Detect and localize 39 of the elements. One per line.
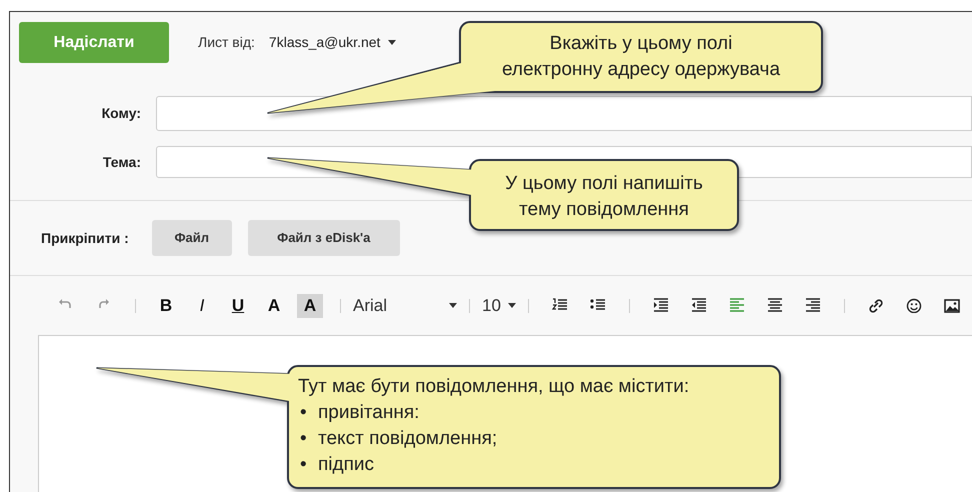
sender-dropdown[interactable]: 7klass_a@ukr.net	[268, 32, 396, 53]
italic-button[interactable]: I	[189, 294, 215, 318]
link-icon[interactable]	[868, 298, 884, 313]
field-label: Тема:	[102, 152, 141, 172]
attach-label: Прикріпити :	[41, 228, 129, 248]
callout-text: У цьому полі напишіть	[505, 172, 703, 196]
callout-text: Тут має бути повідомлення, що має містити:	[298, 375, 690, 399]
caret-icon	[449, 303, 457, 308]
bold-button[interactable]: B	[153, 294, 179, 318]
align-center-icon[interactable]	[766, 298, 783, 313]
caret-icon	[388, 40, 396, 45]
caret-icon	[508, 303, 516, 308]
numbered-list-icon[interactable]	[552, 298, 568, 313]
input-field[interactable]	[156, 96, 972, 131]
align-right-icon[interactable]	[804, 298, 821, 313]
callout-text: електронну адресу одержувача	[502, 58, 780, 82]
field-label: Кому:	[100, 104, 141, 123]
align-left-icon[interactable]	[728, 298, 745, 313]
highlight-button[interactable]: A	[297, 294, 323, 318]
sender-label: Лист від:	[198, 33, 255, 52]
bullet-list-icon[interactable]	[590, 298, 606, 313]
callout-text: текст повідомлення;	[318, 427, 498, 451]
bullet-mark: •	[300, 453, 308, 477]
callout-text: тему повідомлення	[519, 198, 689, 222]
image-icon[interactable]	[944, 298, 960, 313]
callout-text: підпис	[318, 453, 374, 477]
indent-icon[interactable]	[652, 298, 669, 313]
outdent-icon[interactable]	[690, 298, 707, 313]
attach-button[interactable]: Файл з eDisk'a	[248, 220, 400, 256]
bullet-mark: •	[300, 427, 308, 451]
attach-button[interactable]: Файл	[152, 220, 232, 256]
callout-text: привітання:	[318, 401, 420, 425]
underline-button[interactable]: U	[225, 294, 251, 318]
smiley-icon[interactable]	[906, 298, 922, 313]
font-dropdown[interactable]: Arial	[353, 292, 457, 318]
text-color-button[interactable]: A	[261, 294, 287, 318]
size-dropdown[interactable]: 10	[482, 292, 516, 318]
callout-text: Вкажіть у цьому полі	[550, 32, 732, 56]
bullet-mark: •	[300, 401, 308, 425]
